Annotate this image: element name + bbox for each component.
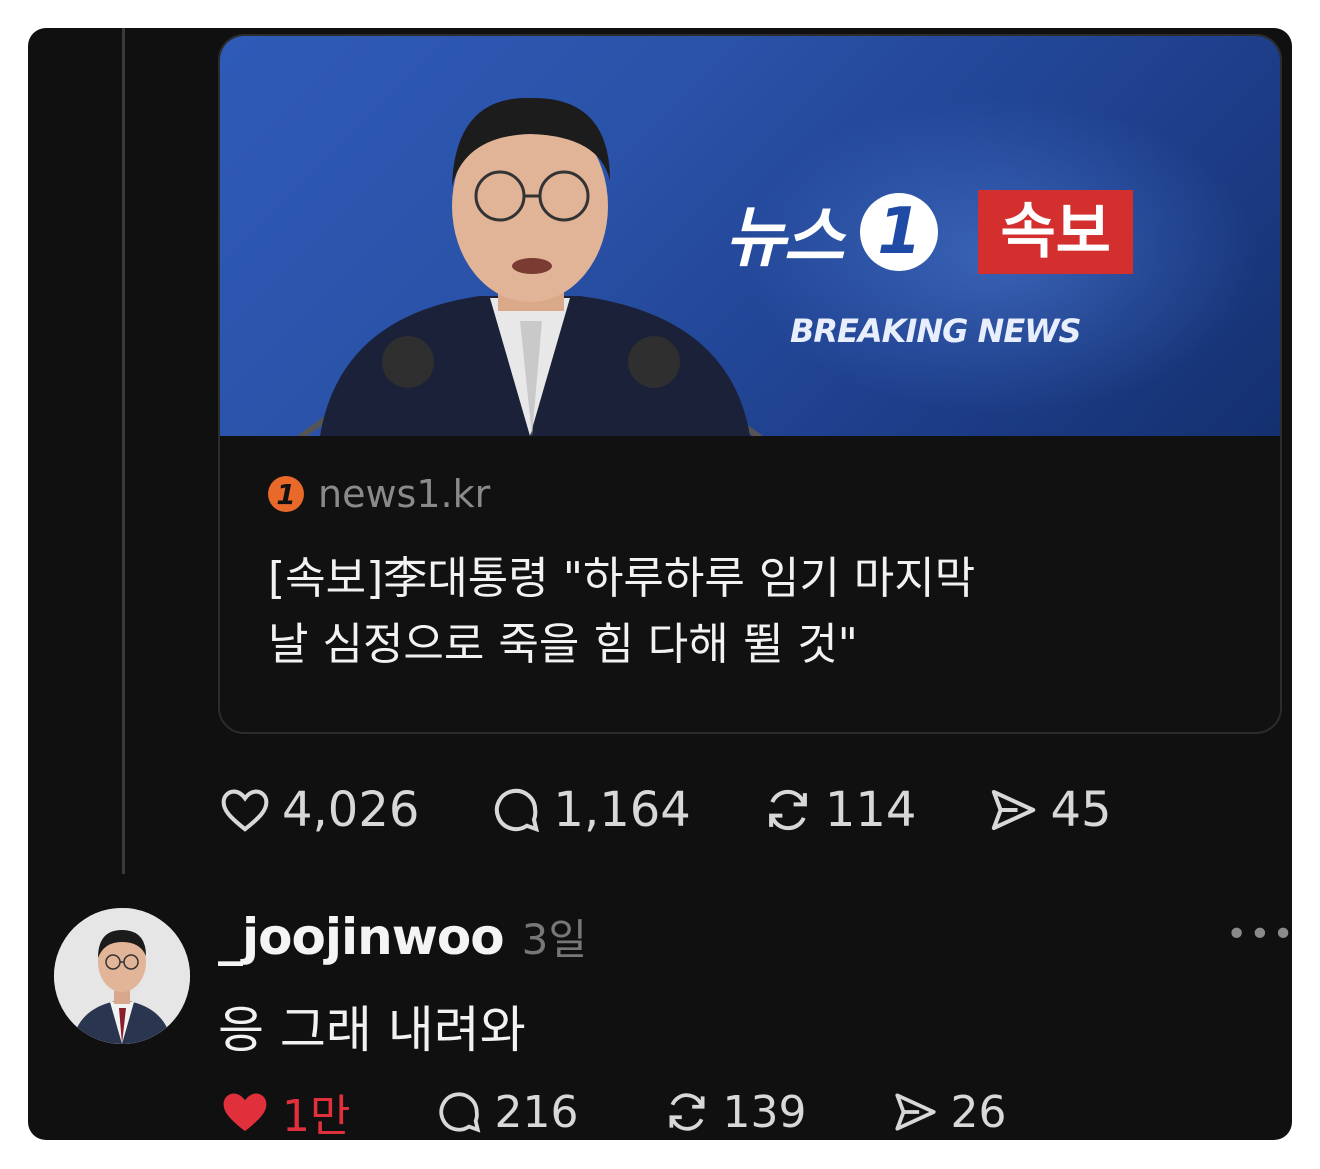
repost-icon [669, 1093, 705, 1131]
heart-filled-icon [223, 1093, 267, 1132]
speaker-photo [296, 97, 764, 436]
share-count: 45 [1050, 782, 1112, 838]
share-button[interactable]: 45 [986, 782, 1112, 838]
link-preview-card[interactable]: 뉴스 1 속보 BREAKING NEWS 1 news1.kr [속보]李대통… [218, 34, 1282, 734]
card-source: 1 news1.kr [268, 472, 490, 516]
reply-timestamp[interactable]: 3일 [522, 906, 587, 967]
reply-count: 216 [494, 1086, 579, 1138]
repost-icon [768, 789, 807, 831]
comment-icon [495, 788, 540, 833]
news-brand: 뉴스 1 속보 [725, 184, 1133, 280]
headline-line: [속보]李대통령 "하루하루 임기 마지막 [268, 553, 976, 604]
news1-favicon-icon: 1 [268, 476, 304, 512]
more-options-icon[interactable]: ••• [1226, 914, 1292, 955]
breaking-badge: 속보 [978, 190, 1133, 274]
like-count: 4,026 [282, 782, 420, 838]
breaking-news-label: BREAKING NEWS [790, 312, 1082, 350]
repost-button[interactable]: 139 [662, 1087, 806, 1138]
reply-button[interactable]: 216 [434, 1087, 578, 1138]
avatar[interactable] [54, 908, 190, 1044]
news1-logo-icon: 1 [860, 193, 939, 271]
card-headline[interactable]: [속보]李대통령 "하루하루 임기 마지막 날 심정으로 죽을 힘 다해 뛸 것… [268, 546, 1228, 678]
repost-button[interactable]: 114 [761, 782, 917, 838]
like-button[interactable]: 1만 [218, 1080, 350, 1140]
brand-name: 뉴스 [725, 199, 844, 276]
headline-line: 날 심정으로 죽을 힘 다해 뛸 것" [268, 619, 858, 670]
heart-icon [221, 789, 269, 832]
share-button[interactable]: 26 [890, 1087, 1006, 1138]
send-icon [992, 789, 1036, 831]
comment-icon [439, 1092, 481, 1133]
reply-text: 응 그래 내려와 [218, 1001, 526, 1059]
profile-photo [54, 908, 190, 1044]
like-count: 1만 [282, 1091, 351, 1140]
news-thumbnail: 뉴스 1 속보 BREAKING NEWS [220, 36, 1280, 436]
like-button[interactable]: 4,026 [218, 782, 419, 838]
send-icon [895, 1093, 937, 1131]
source-domain: news1.kr [318, 472, 491, 516]
post-actions: 4,026 1,164 114 45 [218, 782, 1112, 838]
reply-count: 1,164 [553, 782, 691, 838]
reply-header: _joojinwoo 3일 [218, 906, 587, 967]
reply-username[interactable]: _joojinwoo [218, 908, 505, 966]
reply-button[interactable]: 1,164 [489, 782, 691, 838]
repost-count: 139 [722, 1086, 807, 1138]
share-count: 26 [950, 1086, 1007, 1138]
reply-actions: 1만 216 139 26 [218, 1080, 1006, 1140]
thread-connector-line [122, 28, 125, 874]
repost-count: 114 [824, 782, 917, 838]
thread-view: 뉴스 1 속보 BREAKING NEWS 1 news1.kr [속보]李대통… [28, 28, 1292, 1140]
